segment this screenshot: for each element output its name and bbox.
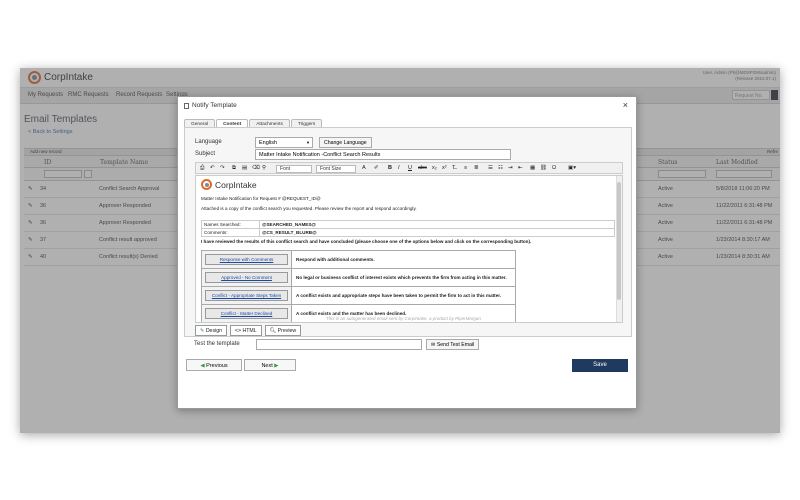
code-icon: <> xyxy=(234,328,242,334)
align-center-icon[interactable]: ≣ xyxy=(474,165,479,171)
table-icon[interactable]: ▦ xyxy=(530,165,535,171)
email-line-attached: Attached is a copy of the conflict searc… xyxy=(201,206,417,211)
names-searched-label: Names Searched: xyxy=(201,220,260,229)
subject-input[interactable]: Matter Intake Notification -Conflict Sea… xyxy=(255,149,511,160)
image-icon[interactable]: ▣▾ xyxy=(568,165,576,171)
bullet-list-icon[interactable]: ☰ xyxy=(488,165,493,171)
language-value: English xyxy=(259,140,278,146)
corpintake-logo-icon xyxy=(201,179,212,190)
comments-value: @CS_RESULT_BLURB@ xyxy=(259,228,615,237)
content-tab-panel: Language English ▼ Change Language Subje… xyxy=(184,127,632,337)
close-icon[interactable]: × xyxy=(623,100,628,110)
align-left-icon[interactable]: ≡ xyxy=(464,165,467,171)
comments-label: Comments: xyxy=(201,228,260,237)
print-icon[interactable]: ⎙ xyxy=(200,165,204,172)
change-language-button[interactable]: Change Language xyxy=(319,137,372,148)
arrow-left-icon: ◀ xyxy=(200,362,205,369)
highlight-icon[interactable]: ✐ xyxy=(374,165,379,171)
app-window: CorpIntake User, Admin (Pb@MDSPGMsadmin)… xyxy=(20,68,780,433)
subject-label: Subject xyxy=(195,151,216,157)
html-mode-button[interactable]: <> HTML xyxy=(229,325,262,336)
font-color-icon[interactable]: A xyxy=(362,165,366,171)
email-logo-text: CorpIntake xyxy=(215,179,257,190)
conflict-steps-taken-button[interactable]: Conflict - Appropriate Steps Taken xyxy=(205,290,288,301)
undo-icon[interactable]: ↶ xyxy=(210,165,215,171)
font-select[interactable]: Font xyxy=(276,164,312,173)
preview-mode-button[interactable]: 🔍︎ Preview xyxy=(264,325,302,336)
mail-icon: ✉ xyxy=(431,342,436,348)
design-label: Design xyxy=(205,328,222,334)
test-email-input[interactable] xyxy=(256,339,422,350)
email-footer-note: This is an autogenerated email sent by C… xyxy=(326,316,481,321)
option-cell: Response with Comments xyxy=(201,250,292,269)
arrow-right-icon: ▶ xyxy=(274,362,279,369)
option-description: Respond with additional comments. xyxy=(291,250,516,269)
send-test-label: Send Test Email xyxy=(436,342,475,348)
test-template-label: Test the template xyxy=(194,341,240,347)
previous-button[interactable]: ◀ Previous xyxy=(186,359,242,371)
editor-scroll-thumb[interactable] xyxy=(617,182,621,300)
numbered-list-icon[interactable]: ☷ xyxy=(498,165,503,171)
link-icon[interactable]: ⛓ xyxy=(540,165,547,171)
bold-icon[interactable]: B xyxy=(388,165,392,171)
option-cell: Conflict - Matter Declined xyxy=(201,304,292,322)
html-label: HTML xyxy=(242,328,257,334)
options-table: Response with Comments Respond with addi… xyxy=(201,250,516,322)
underline-icon[interactable]: U xyxy=(408,165,412,171)
approved-no-comment-button[interactable]: Approved - No Comment xyxy=(205,272,288,283)
email-editor[interactable]: CorpIntake Matter Intake Notification fo… xyxy=(195,175,623,323)
previous-label: Previous xyxy=(206,362,228,369)
dialog-title-text: Notify Template xyxy=(192,102,237,109)
special-chars-icon[interactable]: Ω xyxy=(552,165,556,171)
names-table: Names Searched: @SEARCHED_NAMES@ Comment… xyxy=(201,220,615,237)
option-description: No legal or business conflict of interes… xyxy=(291,268,516,287)
pencil-icon: ✎ xyxy=(200,328,205,334)
email-logo: CorpIntake xyxy=(201,179,257,190)
redo-icon[interactable]: ↷ xyxy=(220,165,225,171)
option-description: A conflict exists and appropriate steps … xyxy=(291,286,516,305)
find-icon[interactable]: ⚲ xyxy=(262,165,266,171)
strikethrough-icon[interactable]: abc xyxy=(418,165,427,171)
outdent-icon[interactable]: ⇤ xyxy=(518,165,523,171)
editor-mode-buttons: ✎ Design <> HTML 🔍︎ Preview xyxy=(195,325,302,336)
delete-icon[interactable]: ⌫ xyxy=(252,165,260,171)
italic-icon[interactable]: I xyxy=(398,165,400,171)
email-line-reviewed: I have reviewed the results of this conf… xyxy=(201,239,532,244)
language-label: Language xyxy=(195,139,222,145)
design-mode-button[interactable]: ✎ Design xyxy=(195,325,227,336)
copy-icon[interactable]: ⧉ xyxy=(232,165,236,172)
dropdown-arrow-icon: ▼ xyxy=(306,140,310,145)
email-line-request: Matter Intake Notification for Request #… xyxy=(201,196,321,201)
option-cell: Conflict - Appropriate Steps Taken xyxy=(201,286,292,305)
indent-icon[interactable]: ⇥ xyxy=(508,165,513,171)
editor-toolbar: ⎙ ↶ ↷ ⧉ ▤ ⌫ ⚲ Font Font Size A ✐ B I U a… xyxy=(195,162,623,174)
next-label: Next xyxy=(261,362,273,369)
option-cell: Approved - No Comment xyxy=(201,268,292,287)
document-icon xyxy=(184,102,189,109)
editor-scrollbar[interactable] xyxy=(616,176,622,322)
paste-icon[interactable]: ▤ xyxy=(242,165,247,171)
superscript-icon[interactable]: x² xyxy=(442,165,447,171)
language-select[interactable]: English ▼ xyxy=(255,137,313,148)
next-button[interactable]: Next ▶ xyxy=(244,359,296,371)
send-test-email-button[interactable]: ✉ Send Test Email xyxy=(426,339,480,350)
dialog-title: Notify Template xyxy=(184,102,237,109)
clear-format-icon[interactable]: T̶ xyxy=(452,165,455,171)
subscript-icon[interactable]: x₂ xyxy=(432,165,437,171)
names-searched-value: @SEARCHED_NAMES@ xyxy=(259,220,615,229)
notify-template-dialog: Notify Template × General Content Attach… xyxy=(177,96,637,409)
preview-label: Preview xyxy=(277,328,297,334)
save-button[interactable]: Save xyxy=(572,359,628,372)
response-with-comments-button[interactable]: Response with Comments xyxy=(205,254,288,265)
conflict-matter-declined-button[interactable]: Conflict - Matter Declined xyxy=(205,308,288,319)
font-size-select[interactable]: Font Size xyxy=(316,164,356,173)
magnifier-icon: 🔍︎ xyxy=(269,328,277,334)
